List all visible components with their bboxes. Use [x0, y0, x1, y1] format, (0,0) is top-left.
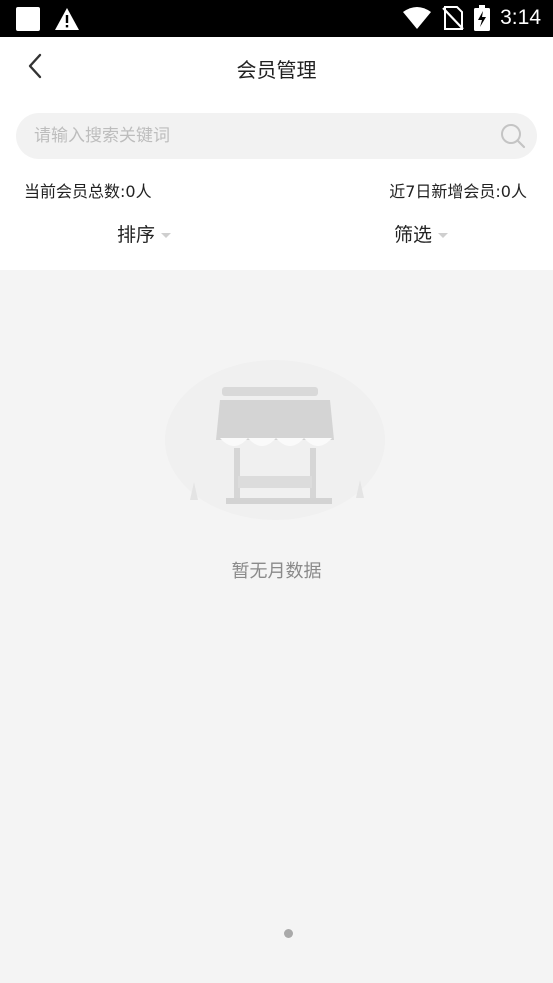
wifi-icon [403, 7, 432, 29]
warning-icon [55, 8, 79, 30]
notification-square-icon [16, 7, 40, 31]
page-title: 会员管理 [236, 58, 317, 82]
empty-state-message: 暂无月数据 [231, 561, 322, 582]
filter-dropdown[interactable]: 筛选 [394, 220, 449, 247]
new-members-stat: 近7日新增会员:0人 [389, 182, 527, 201]
page-indicator-dot [284, 929, 293, 938]
nav-bar: 会员管理 [0, 37, 553, 97]
header-panel: 会员管理 当前会员总数:0人 近7日新增会员:0人 排序 筛选 [0, 37, 553, 270]
status-right: 3:14 [402, 5, 541, 31]
filter-label: 筛选 [394, 224, 433, 246]
battery-charging-icon [474, 5, 491, 31]
storefront-icon [165, 360, 385, 520]
search-bar[interactable] [16, 113, 537, 159]
search-input[interactable] [16, 113, 486, 159]
status-time: 3:14 [500, 6, 541, 29]
caret-down-icon [161, 232, 172, 238]
no-sim-icon [442, 6, 464, 30]
caret-down-icon [438, 232, 449, 238]
filter-row: 排序 筛选 [0, 220, 553, 260]
total-members-stat: 当前会员总数:0人 [24, 182, 152, 201]
sort-dropdown[interactable]: 排序 [117, 220, 172, 247]
search-icon[interactable] [499, 122, 527, 150]
status-left [16, 7, 80, 31]
sort-label: 排序 [117, 224, 156, 246]
status-bar: 3:14 [0, 0, 553, 37]
